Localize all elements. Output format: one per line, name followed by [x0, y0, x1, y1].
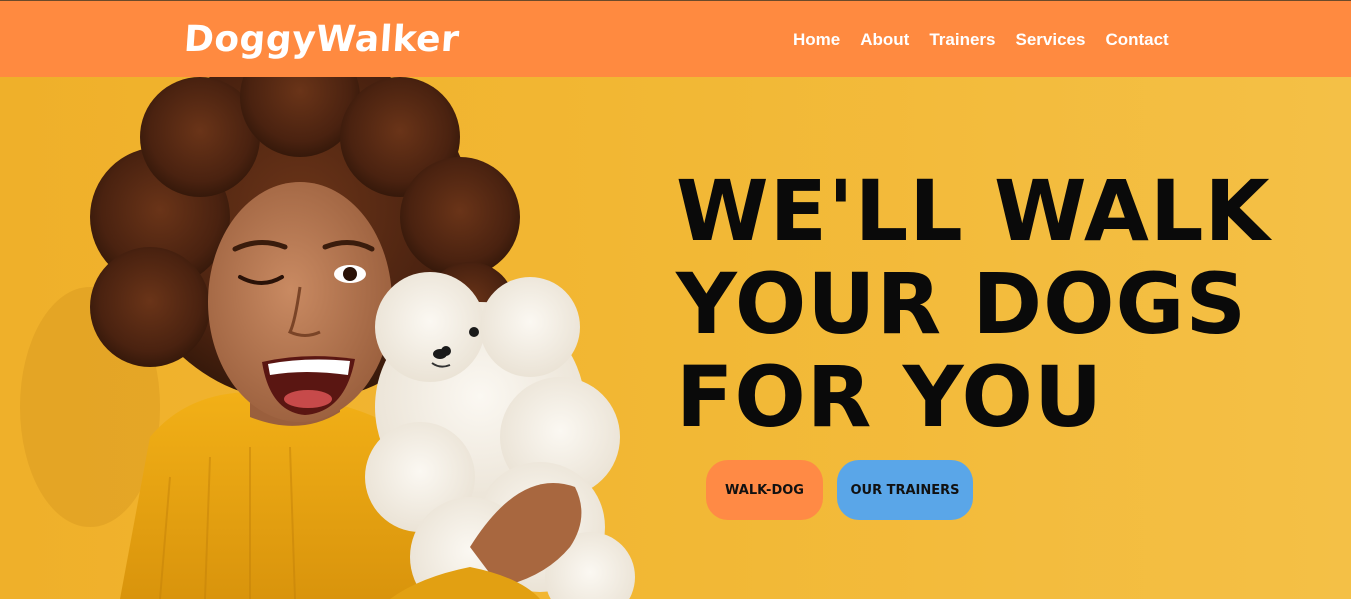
nav-link-trainers[interactable]: Trainers	[929, 30, 995, 50]
nav-link-about[interactable]: About	[860, 30, 909, 50]
nav-links: Home About Trainers Services Contact	[793, 30, 1169, 50]
hero-headline: WE'LL WALK YOUR DOGS FOR YOU	[676, 162, 1271, 446]
headline-line-2: YOUR DOGS	[676, 255, 1247, 353]
nav-link-services[interactable]: Services	[1015, 30, 1085, 50]
hero-section: WE'LL WALK YOUR DOGS FOR YOU WALK-DOG OU…	[0, 77, 1351, 599]
headline-line-3: FOR YOU	[676, 348, 1104, 446]
brand-logo[interactable]: DoggyWalker	[183, 19, 461, 60]
our-trainers-button[interactable]: OUR TRAINERS	[837, 460, 973, 520]
navbar: DoggyWalker Home About Trainers Services…	[0, 0, 1351, 77]
headline-line-1: WE'LL WALK	[676, 162, 1271, 260]
nav-link-home[interactable]: Home	[793, 30, 840, 50]
walk-dog-button[interactable]: WALK-DOG	[706, 460, 823, 520]
nav-link-contact[interactable]: Contact	[1105, 30, 1168, 50]
hero-photo	[20, 77, 635, 599]
